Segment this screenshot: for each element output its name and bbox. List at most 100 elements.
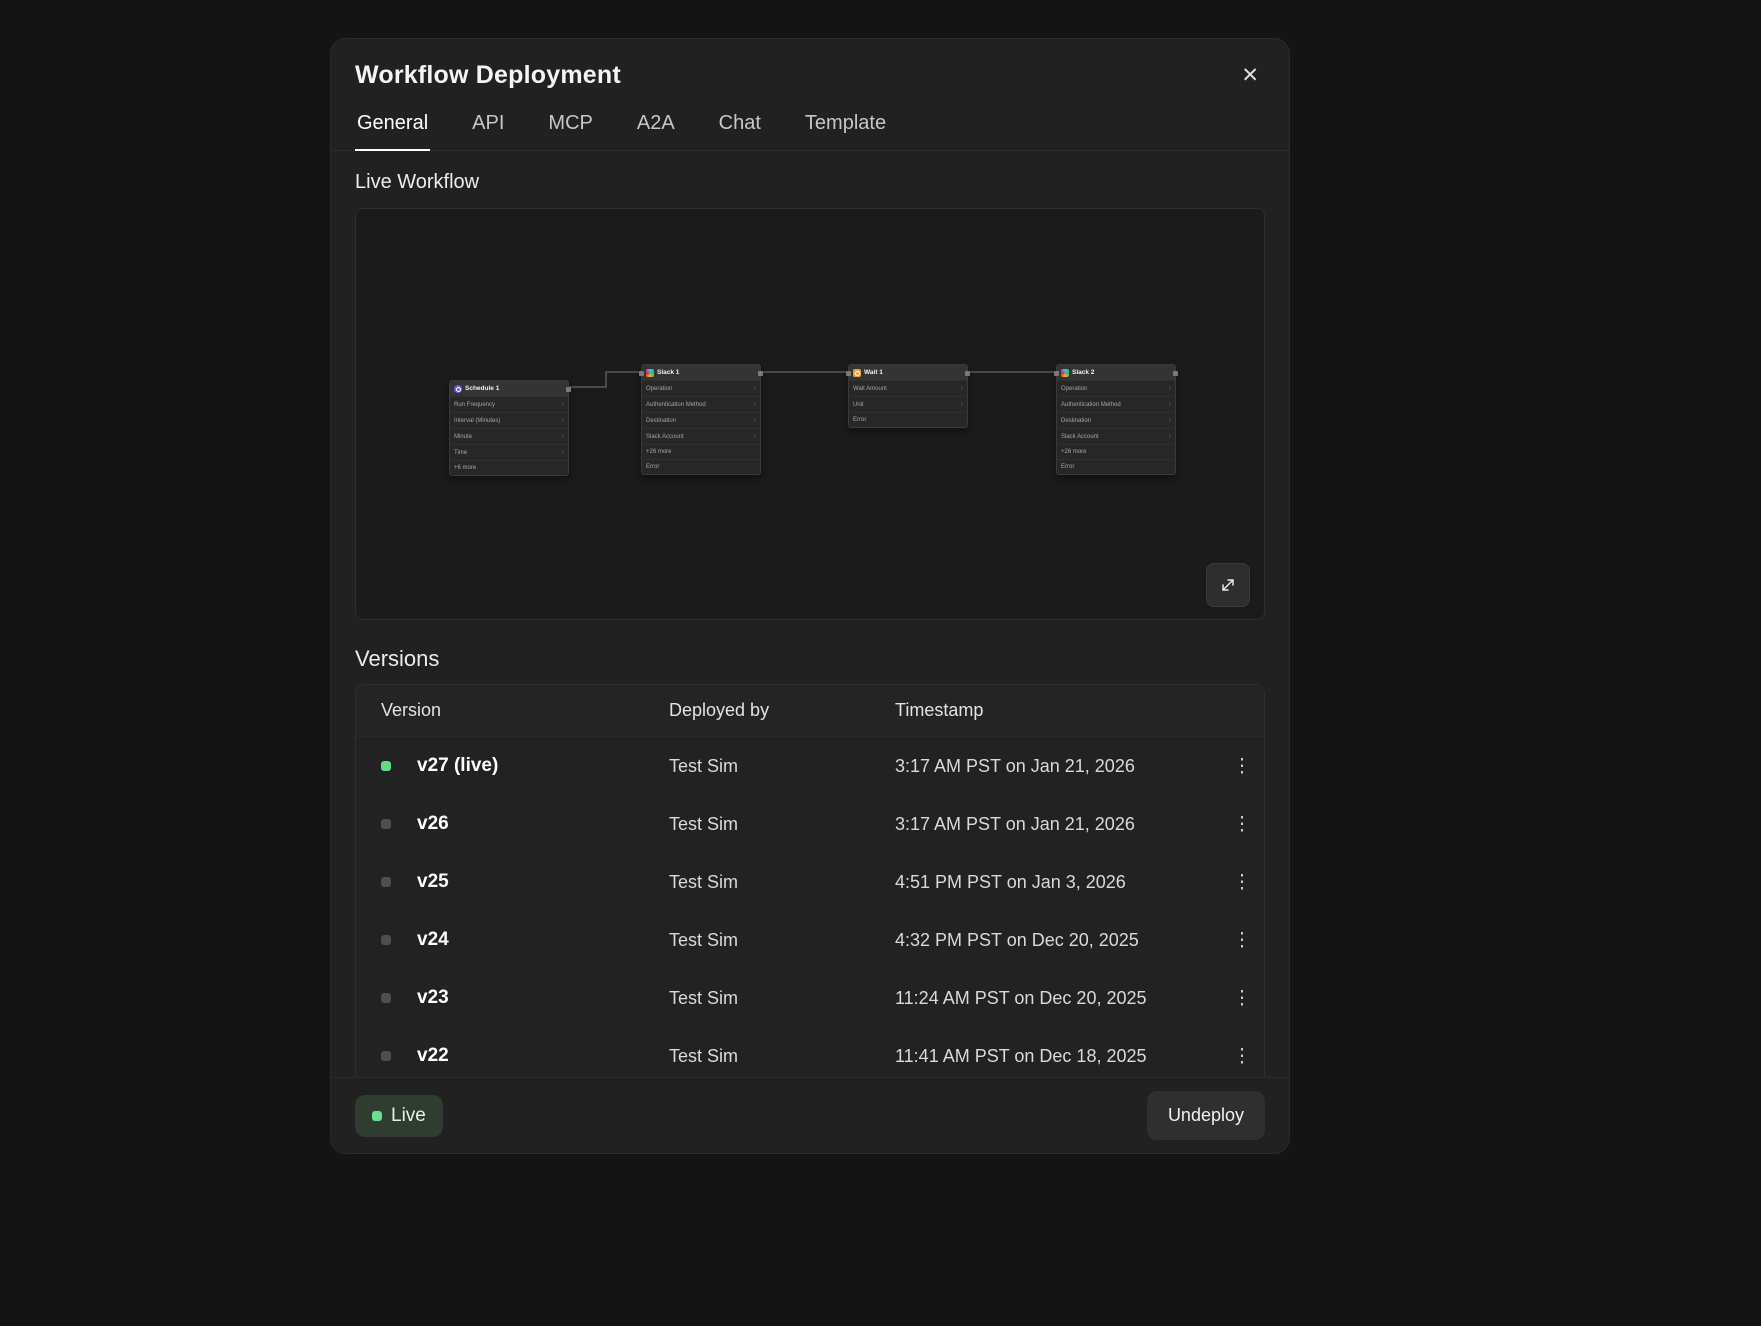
chevron-right-icon: ›	[562, 401, 564, 408]
tab-api[interactable]: API	[470, 100, 506, 151]
version-status-dot	[381, 993, 391, 1003]
node-field-label: Minute	[454, 434, 472, 440]
row-menu-icon[interactable]: ⋮	[1233, 815, 1252, 834]
live-status-dot	[381, 761, 391, 771]
slack-icon	[646, 369, 654, 377]
workflow-node-wait-1[interactable]: Wait 1 Wait Amount› Unit› Error	[848, 364, 968, 428]
node-header: Slack 2	[1057, 365, 1175, 380]
node-field: +26 more	[1057, 444, 1175, 459]
expand-canvas-icon[interactable]	[1206, 563, 1250, 607]
node-field-label: Time	[454, 450, 467, 456]
node-field: +26 more	[642, 444, 760, 459]
node-field-label: Slack Account	[1061, 434, 1099, 440]
tab-mcp[interactable]: MCP	[546, 100, 594, 151]
tab-a2a[interactable]: A2A	[635, 100, 677, 151]
version-status-dot	[381, 819, 391, 829]
workflow-node-slack-1[interactable]: Slack 1 Operation › Authentication Method…	[641, 364, 761, 475]
row-menu-icon[interactable]: ⋮	[1233, 757, 1252, 776]
output-port	[758, 371, 763, 376]
row-menu-icon[interactable]: ⋮	[1233, 931, 1252, 950]
schedule-icon	[454, 385, 462, 393]
node-field-label: Slack Account	[646, 434, 684, 440]
node-field: Destination ›	[642, 412, 760, 428]
output-port	[1173, 371, 1178, 376]
chevron-right-icon: ›	[754, 417, 756, 424]
table-row-v24: v24 Test Sim 4:32 PM PST on Dec 20, 2025…	[356, 911, 1264, 969]
timestamp-cell: 4:51 PM PST on Jan 3, 2026	[895, 872, 1220, 893]
node-title: Slack 2	[1072, 369, 1094, 376]
version-status-dot	[381, 935, 391, 945]
modal-content: Live Workflow Schedule 1 Run Frequency› …	[331, 151, 1289, 1077]
timestamp-cell: 11:24 AM PST on Dec 20, 2025	[895, 988, 1220, 1009]
node-title: Wait 1	[864, 369, 883, 376]
node-field-label: Error	[853, 417, 866, 423]
column-header-version: Version	[381, 700, 669, 721]
row-menu-icon[interactable]: ⋮	[1233, 873, 1252, 892]
table-row-v23: v23 Test Sim 11:24 AM PST on Dec 20, 202…	[356, 969, 1264, 1027]
node-field: +6 more	[450, 460, 568, 475]
deployed-by-cell: Test Sim	[669, 988, 895, 1009]
timestamp-cell: 4:32 PM PST on Dec 20, 2025	[895, 930, 1220, 951]
input-port	[1054, 371, 1059, 376]
chevron-right-icon: ›	[562, 433, 564, 440]
versions-table: Version Deployed by Timestamp v27 (live)…	[355, 684, 1265, 1077]
workflow-node-schedule-1[interactable]: Schedule 1 Run Frequency› Interval (Minu…	[449, 380, 569, 476]
table-row-v22: v22 Test Sim 11:41 AM PST on Dec 18, 202…	[356, 1027, 1264, 1077]
tab-general[interactable]: General	[355, 100, 430, 151]
node-field-label: Destination	[646, 418, 676, 424]
node-field-label: Operation	[646, 386, 672, 392]
version-cell: v23	[417, 987, 669, 1009]
column-header-deployed-by: Deployed by	[669, 700, 895, 721]
close-icon[interactable]: ✕	[1237, 61, 1263, 90]
undeploy-button[interactable]: Undeploy	[1147, 1091, 1265, 1140]
version-status-dot	[381, 877, 391, 887]
status-badge: Live	[355, 1095, 443, 1137]
timestamp-cell: 3:17 AM PST on Jan 21, 2026	[895, 814, 1220, 835]
node-field-label: Destination	[1061, 418, 1091, 424]
node-field-label: Operation	[1061, 386, 1087, 392]
row-menu-icon[interactable]: ⋮	[1233, 989, 1252, 1008]
workflow-node-slack-2[interactable]: Slack 2 Operation› Authentication Method…	[1056, 364, 1176, 475]
table-row-v26: v26 Test Sim 3:17 AM PST on Jan 21, 2026…	[356, 795, 1264, 853]
node-field: Run Frequency›	[450, 396, 568, 412]
live-workflow-heading: Live Workflow	[355, 171, 1265, 194]
wait-icon	[853, 369, 861, 377]
node-field: Operation›	[1057, 380, 1175, 396]
node-field: Error	[642, 459, 760, 474]
node-field-label: Error	[646, 464, 659, 470]
output-port	[566, 387, 571, 392]
node-field-label: Error	[1061, 464, 1074, 470]
timestamp-cell: 3:17 AM PST on Jan 21, 2026	[895, 756, 1220, 777]
node-field: Authentication Method›	[642, 396, 760, 412]
workflow-canvas[interactable]: Schedule 1 Run Frequency› Interval (Minu…	[355, 208, 1265, 620]
node-field: Time ›	[450, 444, 568, 460]
node-field: Destination›	[1057, 412, 1175, 428]
input-port	[846, 371, 851, 376]
chevron-right-icon: ›	[754, 385, 756, 392]
chevron-right-icon: ›	[754, 401, 756, 408]
node-title: Slack 1	[657, 369, 679, 376]
versions-table-header: Version Deployed by Timestamp	[356, 685, 1264, 737]
deployed-by-cell: Test Sim	[669, 930, 895, 951]
deployed-by-cell: Test Sim	[669, 1046, 895, 1067]
row-menu-icon[interactable]: ⋮	[1233, 1047, 1252, 1066]
node-field-label: +26 more	[646, 449, 672, 455]
node-header: Wait 1	[849, 365, 967, 380]
node-field: Authentication Method›	[1057, 396, 1175, 412]
node-header: Slack 1	[642, 365, 760, 380]
version-cell: v24	[417, 929, 669, 951]
chevron-right-icon: ›	[1169, 433, 1171, 440]
slack-icon	[1061, 369, 1069, 377]
chevron-right-icon: ›	[562, 449, 564, 456]
node-field: Minute ›	[450, 428, 568, 444]
timestamp-cell: 11:41 AM PST on Dec 18, 2025	[895, 1046, 1220, 1067]
node-field-label: Unit	[853, 402, 864, 408]
table-row-v27: v27 (live) Test Sim 3:17 AM PST on Jan 2…	[356, 737, 1264, 795]
tab-chat[interactable]: Chat	[717, 100, 763, 151]
page-title: Workflow Deployment	[355, 61, 621, 90]
chevron-right-icon: ›	[1169, 401, 1171, 408]
tab-template[interactable]: Template	[803, 100, 888, 151]
node-field: Operation ›	[642, 380, 760, 396]
node-header: Schedule 1	[450, 381, 568, 396]
node-field: Unit›	[849, 396, 967, 412]
